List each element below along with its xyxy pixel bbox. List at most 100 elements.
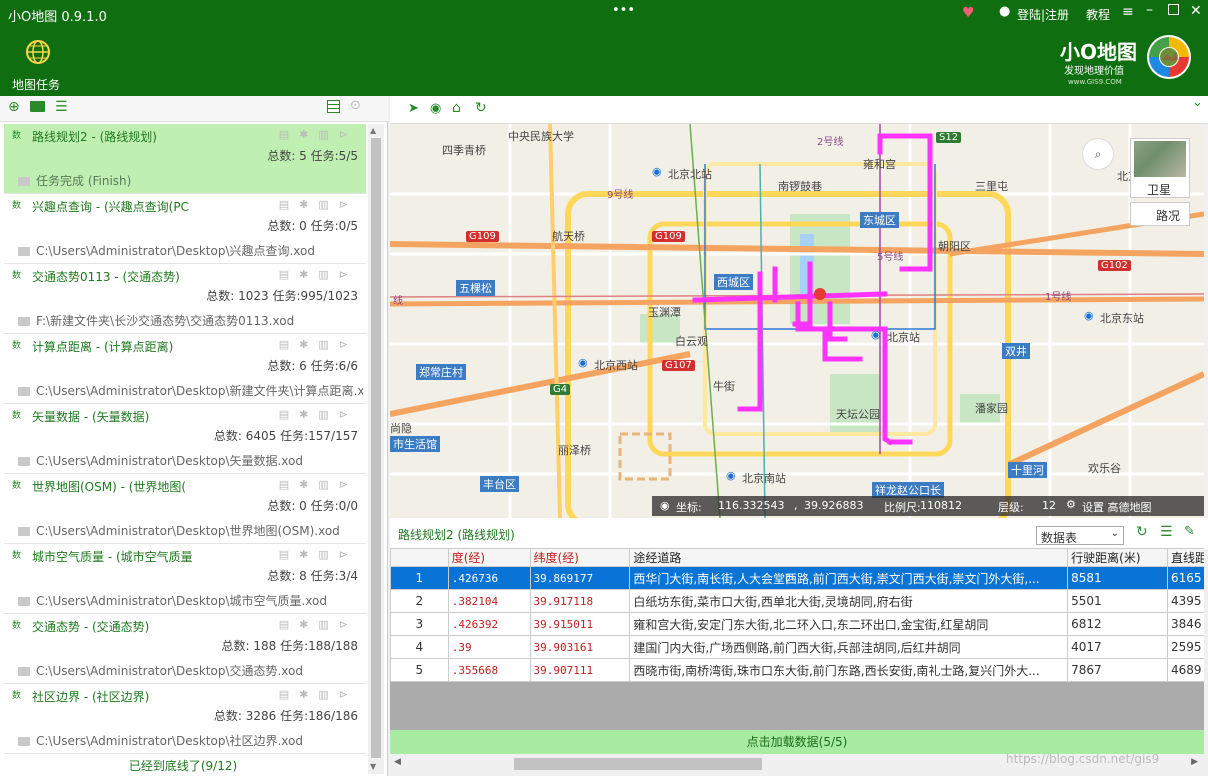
export-icon[interactable]: ▤ bbox=[279, 618, 299, 631]
chart-icon[interactable]: ▥ bbox=[318, 478, 338, 491]
maximize-icon[interactable] bbox=[1168, 4, 1179, 15]
chart-icon[interactable]: ▥ bbox=[318, 618, 338, 631]
chart-icon[interactable]: ▥ bbox=[318, 688, 338, 701]
minimize-icon[interactable]: – bbox=[1146, 2, 1153, 18]
export-icon[interactable]: ▤ bbox=[279, 338, 299, 351]
chart-icon[interactable]: ▥ bbox=[318, 198, 338, 211]
col-lng-header[interactable]: 度(经) bbox=[447, 548, 531, 567]
play-icon[interactable]: ⊳ bbox=[339, 688, 358, 701]
chevron-down-icon[interactable]: ⌄ bbox=[1192, 95, 1203, 110]
col-lat-header[interactable]: 纬度(经) bbox=[529, 548, 631, 567]
new-task-icon[interactable]: ⊕ bbox=[8, 99, 20, 115]
play-icon[interactable]: ⊳ bbox=[339, 338, 358, 351]
chart-icon[interactable]: ▥ bbox=[318, 268, 338, 281]
more-icon[interactable]: ⊙ bbox=[350, 98, 361, 113]
task-item[interactable]: 数世界地图(OSM) - (世界地图(▤✱▥⊳ 总数: 0 任务:0/0 C:\Us… bbox=[4, 474, 366, 544]
chart-icon[interactable]: ▥ bbox=[318, 548, 338, 561]
tools-icon[interactable]: ✱ bbox=[299, 408, 318, 421]
cell-distance[interactable]: 7867 bbox=[1067, 658, 1168, 682]
tools-icon[interactable]: ✱ bbox=[299, 338, 318, 351]
task-item[interactable]: 数社区边界 - (社区边界) ▤✱▥⊳ 总数: 3286 任务:186/186 C:\… bbox=[4, 684, 366, 754]
cell-lng[interactable]: .355668 bbox=[447, 658, 531, 682]
export-icon[interactable]: ▤ bbox=[279, 688, 299, 701]
task-item[interactable]: 数矢量数据 - (矢量数据) ▤✱▥⊳ 总数: 6405 任务:157/157 C:\… bbox=[4, 404, 366, 474]
tools-icon[interactable]: ✱ bbox=[299, 688, 318, 701]
cell-straight[interactable]: 3846 bbox=[1167, 612, 1204, 636]
play-icon[interactable]: ⊳ bbox=[339, 478, 358, 491]
chart-icon[interactable]: ▥ bbox=[318, 408, 338, 421]
map-search-button[interactable]: ⌕ bbox=[1082, 138, 1114, 170]
cell-lng[interactable]: .426392 bbox=[447, 612, 531, 636]
scroll-right-icon[interactable]: ▶ bbox=[1191, 757, 1198, 767]
list-icon[interactable]: ☰ bbox=[55, 99, 68, 115]
cell-lng[interactable]: .426736 bbox=[447, 566, 531, 590]
cell-lng[interactable]: .382104 bbox=[447, 589, 531, 613]
task-item[interactable]: 数交通态势 - (交通态势) ▤✱▥⊳ 总数: 188 任务:188/188 C:\U… bbox=[4, 614, 366, 684]
cell-roads[interactable]: 白纸坊东街,菜市口大街,西单北大街,灵境胡同,府右街 bbox=[629, 589, 1069, 613]
layer-traffic-button[interactable]: 路况 bbox=[1130, 202, 1190, 226]
scroll-up-icon[interactable]: ▲ bbox=[370, 126, 376, 135]
map-task-nav-button[interactable]: 地图任务 bbox=[10, 34, 70, 92]
cell-roads[interactable]: 建国门内大街,广场西侧路,前门西大街,兵部洼胡同,后红井胡同 bbox=[629, 635, 1069, 659]
tutorial-link[interactable]: 教程 bbox=[1086, 6, 1110, 23]
cell-distance[interactable]: 5501 bbox=[1067, 589, 1168, 613]
scroll-down-icon[interactable]: ▼ bbox=[370, 762, 376, 771]
task-item[interactable]: 数路线规划2 - (路线规划) ▤✱▥⊳ 总数: 5 任务:5/5 任务完成 (Fin… bbox=[4, 124, 366, 194]
task-item[interactable]: 数兴趣点查询 - (兴趣点查询(PC ▤✱▥⊳ 总数: 0 任务:0/5 C:\Use… bbox=[4, 194, 366, 264]
export-icon[interactable]: ▤ bbox=[279, 548, 299, 561]
cell-lat[interactable]: 39.869177 bbox=[529, 566, 631, 590]
table-row[interactable]: ▷ 1.426736 39.869177 西华门大街,南长街,人大会堂西路,前门西大街… bbox=[390, 566, 1204, 590]
export-icon[interactable]: ▤ bbox=[279, 268, 299, 281]
task-list-scrollbar[interactable]: ▲ ▼ bbox=[368, 124, 384, 774]
table-row[interactable]: 5.355668 39.907111 西晓市街,南桥湾街,珠市口东大街,前门东路,西… bbox=[390, 658, 1204, 682]
cell-straight[interactable]: 2595 bbox=[1167, 635, 1204, 659]
col-distance-header[interactable]: 行驶距离(米) bbox=[1067, 548, 1168, 567]
table-row[interactable]: 2.382104 39.917118 白纸坊东街,菜市口大街,西单北大街,灵境胡同,… bbox=[390, 589, 1204, 613]
h-scroll-thumb[interactable] bbox=[514, 758, 762, 770]
table-row[interactable]: 3.426392 39.915011 雍和宫大街,安定门东大街,北二环入口,东二环出… bbox=[390, 612, 1204, 636]
tools-icon[interactable]: ✱ bbox=[299, 268, 318, 281]
play-icon[interactable]: ⊳ bbox=[339, 268, 358, 281]
cell-distance[interactable]: 6812 bbox=[1067, 612, 1168, 636]
cell-distance[interactable]: 8581 bbox=[1067, 566, 1168, 590]
cell-lat[interactable]: 39.917118 bbox=[529, 589, 631, 613]
map-settings-link[interactable]: 设置 高德地图 bbox=[1082, 499, 1152, 515]
scroll-left-icon[interactable]: ◀ bbox=[394, 757, 401, 767]
export-icon[interactable]: ▤ bbox=[279, 478, 299, 491]
play-icon[interactable]: ⊳ bbox=[339, 198, 358, 211]
task-item[interactable]: 数计算点距离 - (计算点距离) ▤✱▥⊳ 总数: 6 任务:6/6 C:\Users… bbox=[4, 334, 366, 404]
cell-roads[interactable]: 西华门大街,南长街,人大会堂西路,前门西大街,崇文门西大街,崇文门外大街,... bbox=[629, 566, 1069, 590]
building-icon[interactable]: ⌂ bbox=[452, 100, 461, 116]
clean-icon[interactable]: ✎ bbox=[1184, 524, 1195, 539]
layer-satellite-button[interactable]: 卫星 bbox=[1130, 138, 1190, 198]
task-item[interactable]: 数交通态势0113 - (交通态势) ▤✱▥⊳ 总数: 1023 任务:995/10… bbox=[4, 264, 366, 334]
col-straight-header[interactable]: 直线距 bbox=[1167, 548, 1204, 567]
heart-icon[interactable]: ♥ bbox=[962, 5, 975, 21]
tools-icon[interactable]: ✱ bbox=[299, 548, 318, 561]
cell-straight[interactable]: 4689 bbox=[1167, 658, 1204, 682]
export-icon[interactable]: ▤ bbox=[279, 198, 299, 211]
close-icon[interactable]: ✕ bbox=[1190, 3, 1202, 19]
play-icon[interactable]: ⊳ bbox=[339, 128, 358, 141]
cell-lat[interactable]: 39.915011 bbox=[529, 612, 631, 636]
cell-roads[interactable]: 西晓市街,南桥湾街,珠市口东大街,前门东路,西长安街,南礼士路,复兴门外大... bbox=[629, 658, 1069, 682]
cell-roads[interactable]: 雍和宫大街,安定门东大街,北二环入口,东二环出口,金宝街,红星胡同 bbox=[629, 612, 1069, 636]
tools-icon[interactable]: ✱ bbox=[299, 198, 318, 211]
refresh-icon[interactable]: ↻ bbox=[475, 100, 487, 116]
open-folder-icon[interactable] bbox=[30, 101, 45, 112]
drag-handle-icon[interactable]: ••• bbox=[612, 3, 635, 18]
tools-icon[interactable]: ✱ bbox=[299, 128, 318, 141]
load-data-button[interactable]: 点击加载数据(5/5) bbox=[390, 730, 1204, 754]
export-icon[interactable]: ▤ bbox=[279, 408, 299, 421]
chart-icon[interactable]: ▥ bbox=[318, 338, 338, 351]
play-icon[interactable]: ⊳ bbox=[339, 408, 358, 421]
chart-icon[interactable]: ▥ bbox=[318, 128, 338, 141]
settings-icon[interactable]: ⚙ bbox=[1066, 498, 1076, 511]
view-select[interactable]: 数据表 ⌄ bbox=[1036, 526, 1124, 545]
tools-icon[interactable]: ✱ bbox=[299, 478, 318, 491]
table-view-icon[interactable] bbox=[327, 100, 340, 113]
location-pin-icon[interactable]: ◉ bbox=[430, 101, 441, 116]
tools-icon[interactable]: ✱ bbox=[299, 618, 318, 631]
login-register-link[interactable]: 登陆|注册 bbox=[1017, 6, 1069, 23]
map-view[interactable]: 中央民族大学 四季青桥 北京北站 ◉ 南锣鼓巷 雍和宫 三里屯 东城区 航天桥 朝阳区 西城区 玉渊潭… bbox=[390, 124, 1204, 518]
